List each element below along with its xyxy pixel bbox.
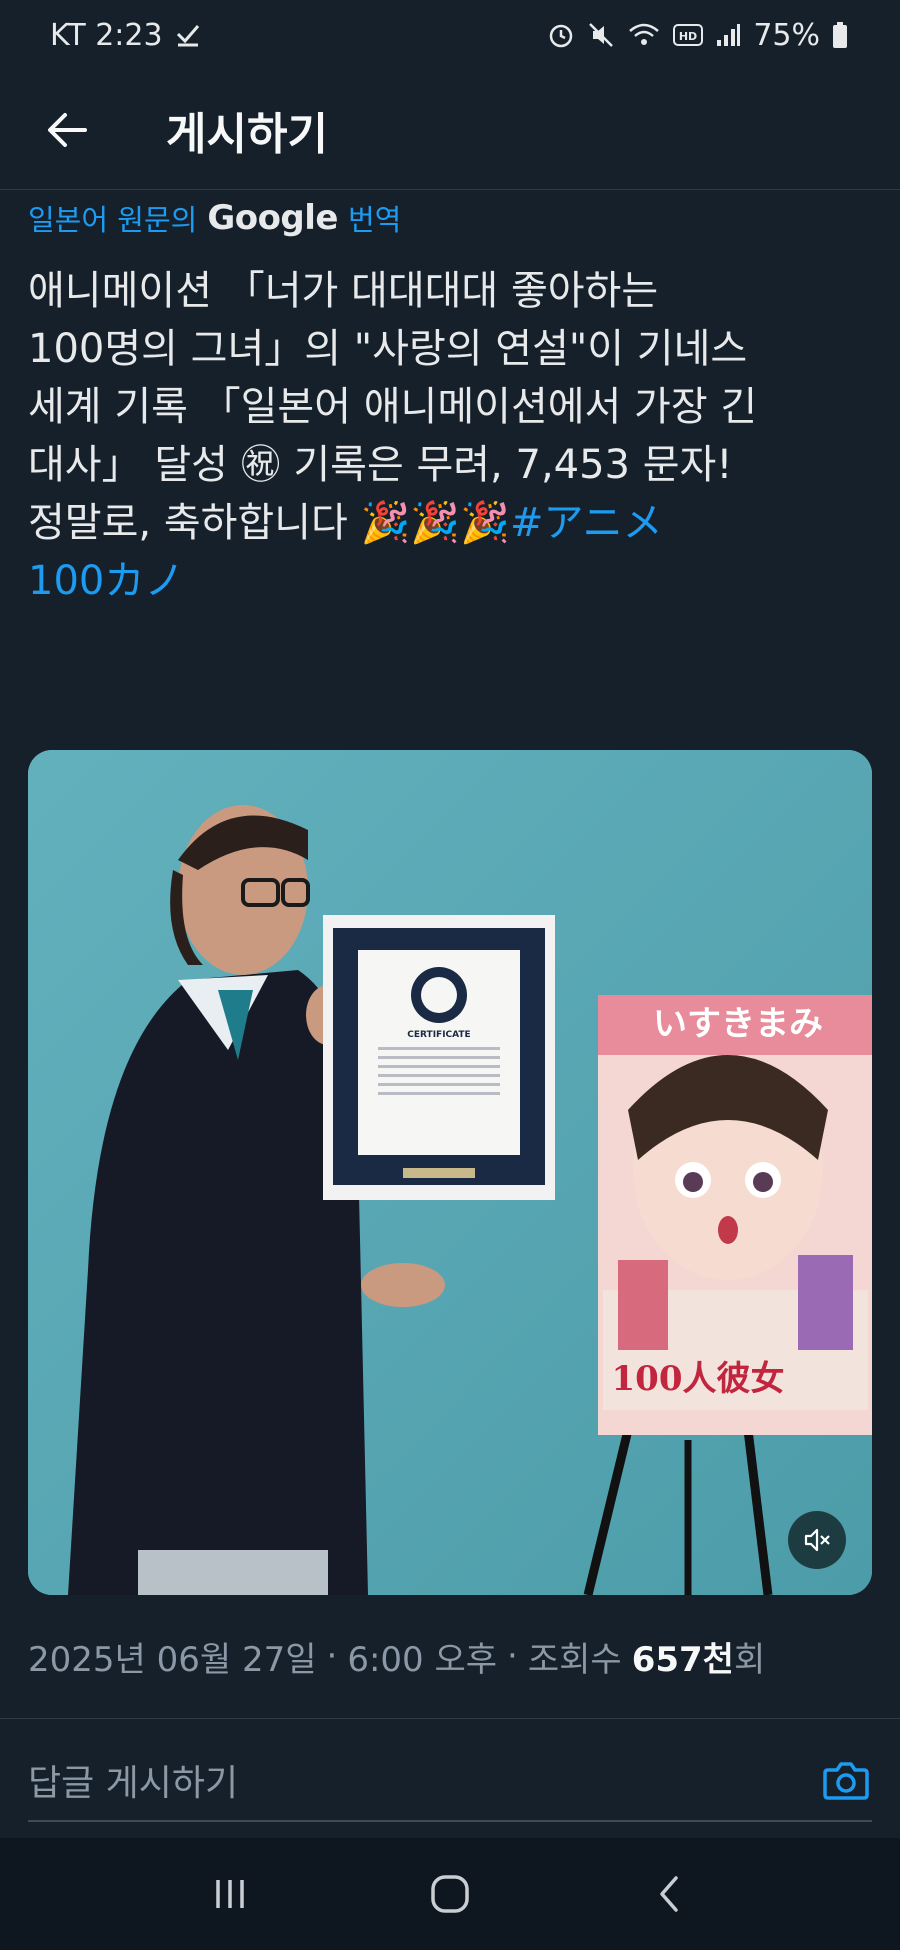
anime-poster: いすきまみ 100人彼女 bbox=[598, 995, 872, 1435]
speaker-muted-icon bbox=[804, 1528, 830, 1552]
arrow-left-icon bbox=[48, 112, 87, 147]
header: 게시하기 bbox=[0, 70, 900, 190]
guinness-certificate: CERTIFICATE bbox=[323, 915, 555, 1200]
post-line-6: 100カノ bbox=[28, 552, 878, 610]
battery-icon bbox=[833, 22, 847, 48]
views-label: 조회수 bbox=[527, 1639, 622, 1680]
page-title: 게시하기 bbox=[166, 108, 328, 160]
mute-toggle-button[interactable] bbox=[788, 1511, 846, 1569]
alarm-icon bbox=[550, 24, 573, 48]
mute-icon bbox=[589, 23, 614, 47]
post-meta: 2025년 06월 27일 · 6:00 오후 · 조회수 657천 회 bbox=[28, 1628, 765, 1684]
post-time: 6:00 오후 bbox=[347, 1639, 498, 1680]
separator-dot: · bbox=[326, 1636, 338, 1676]
status-bar: KT 2:23 HD 75% bbox=[0, 0, 900, 70]
back-button[interactable] bbox=[32, 95, 102, 165]
views-count[interactable]: 657천 bbox=[632, 1632, 734, 1681]
post-line-5: 정말로, 축하합니다 🎉🎉🎉#アニメ bbox=[28, 494, 878, 552]
post-line-1: 애니메이션 「너가 대대대대 좋아하는 bbox=[28, 268, 659, 314]
status-right: HD 75% bbox=[547, 18, 848, 53]
carrier-time: KT 2:23 bbox=[50, 17, 163, 53]
post-line-3: 세계 기록 「일본어 애니메이션에서 가장 긴 bbox=[28, 384, 758, 430]
poster-title-text: いすきまみ bbox=[653, 1004, 823, 1044]
back-icon bbox=[660, 1876, 678, 1912]
separator-dot: · bbox=[507, 1636, 518, 1676]
translation-notice[interactable]: 일본어 원문의 Google 번역 bbox=[28, 195, 401, 241]
signal-icon bbox=[717, 24, 741, 46]
post-text: 애니메이션 「너가 대대대대 좋아하는 100명의 그녀」의 "사랑의 연설"이… bbox=[28, 262, 878, 610]
check-icon bbox=[176, 25, 199, 47]
recent-apps-icon bbox=[216, 1880, 244, 1908]
camera-button[interactable] bbox=[820, 1754, 872, 1806]
post-date: 2025년 06월 27일 bbox=[28, 1639, 317, 1680]
reply-bar: 답글 게시하기 bbox=[28, 1740, 872, 1822]
home-button[interactable] bbox=[410, 1854, 490, 1934]
screen: KT 2:23 HD 75% 게시하기 일본어 원문의 Google 번역 애니… bbox=[0, 0, 900, 1950]
certificate-heading: CERTIFICATE bbox=[407, 1030, 470, 1040]
hashtag-link-part1[interactable]: #アニメ bbox=[510, 500, 663, 546]
divider bbox=[0, 1718, 900, 1719]
post-line-4: 대사」 달성 ㊗ 기록은 무려, 7,453 문자! bbox=[28, 442, 733, 488]
translation-prefix: 일본어 원문의 bbox=[28, 203, 198, 237]
system-back-button[interactable] bbox=[630, 1854, 710, 1934]
hd-icon: HD bbox=[673, 24, 704, 46]
camera-icon bbox=[823, 1762, 869, 1800]
post-line-2: 100명의 그녀」의 "사랑의 연설"이 기네스 bbox=[28, 326, 748, 372]
status-left: KT 2:23 bbox=[50, 18, 201, 53]
video-frame: いすきまみ 100人彼女 CERTIFICATE bbox=[28, 750, 872, 1595]
recent-apps-button[interactable] bbox=[190, 1854, 270, 1934]
battery-percent: 75% bbox=[753, 17, 820, 53]
svg-text:HD: HD bbox=[679, 30, 697, 43]
home-icon bbox=[431, 1875, 469, 1913]
translation-suffix: 번역 bbox=[348, 203, 402, 237]
views-suffix: 회 bbox=[733, 1639, 766, 1680]
system-nav-bar bbox=[0, 1838, 900, 1950]
post-video[interactable]: いすきまみ 100人彼女 CERTIFICATE bbox=[28, 750, 872, 1595]
post-line-5-text: 정말로, 축하합니다 🎉🎉🎉 bbox=[28, 500, 510, 546]
wifi-icon bbox=[629, 23, 660, 45]
reply-input[interactable]: 답글 게시하기 bbox=[28, 1754, 238, 1806]
hashtag-link-part2[interactable]: 100カノ bbox=[28, 558, 184, 604]
poster-subtitle-text: 100人彼女 bbox=[612, 1359, 785, 1399]
google-logo: Google bbox=[207, 198, 338, 238]
